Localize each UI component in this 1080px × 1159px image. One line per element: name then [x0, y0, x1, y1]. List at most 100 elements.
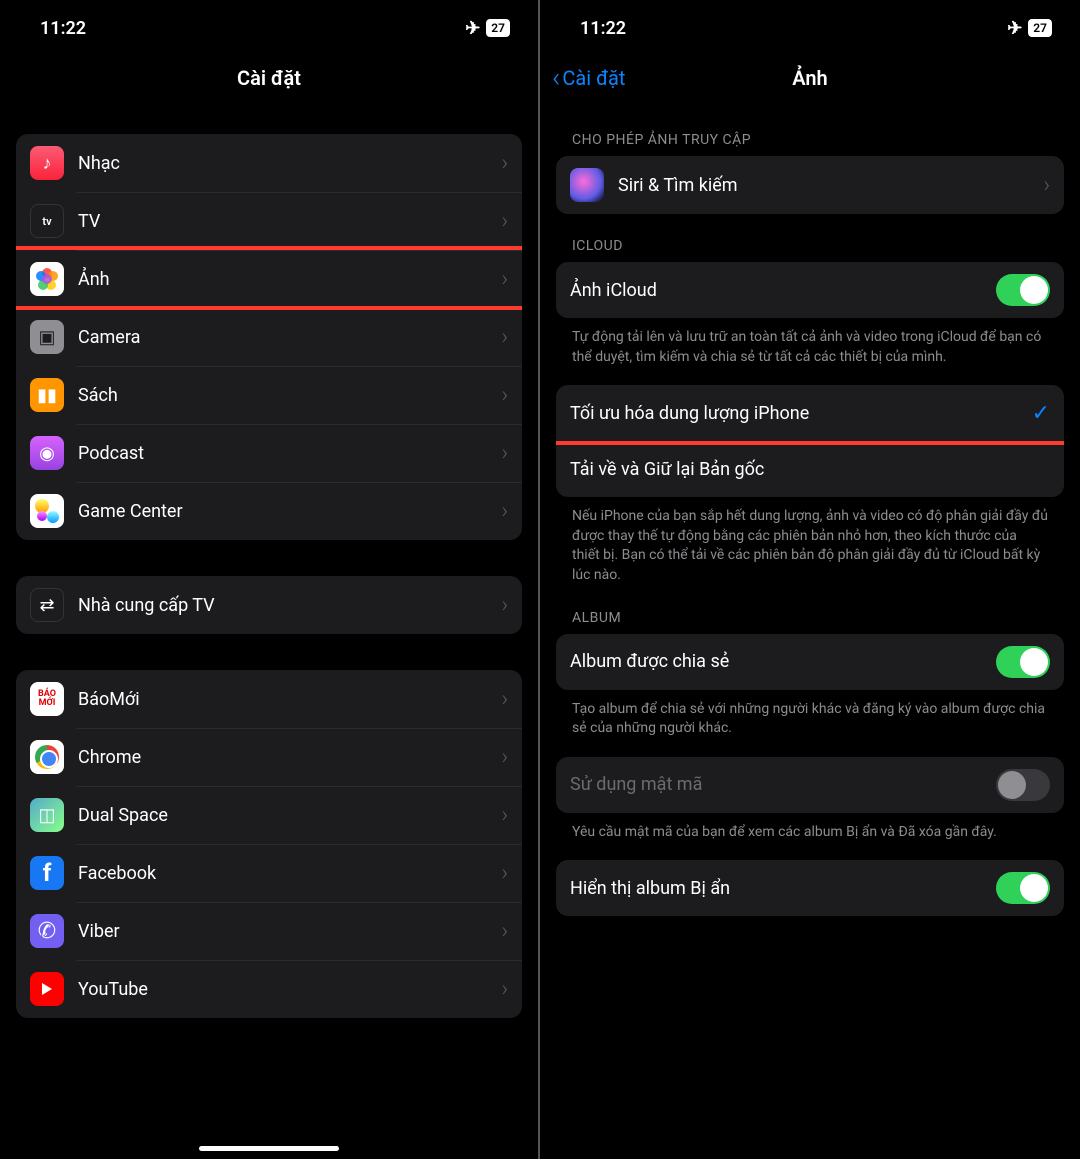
music-icon: ♪ — [30, 146, 64, 180]
row-music[interactable]: ♪ Nhạc › — [16, 134, 522, 192]
facebook-icon: f — [30, 856, 64, 890]
chevron-right-icon: › — [501, 593, 508, 618]
row-gamecenter[interactable]: Game Center › — [16, 482, 522, 540]
tv-icon: tv — [30, 204, 64, 238]
row-shared-album[interactable]: Album được chia sẻ — [556, 634, 1064, 690]
row-label: Ảnh iCloud — [570, 280, 996, 301]
back-label: Cài đặt — [562, 66, 625, 90]
chevron-right-icon: › — [1043, 173, 1050, 198]
siri-icon — [570, 168, 604, 202]
row-facebook[interactable]: f Facebook › — [16, 844, 522, 902]
chevron-right-icon: › — [501, 383, 508, 408]
row-baomoi[interactable]: BÁOMỚI BáoMới › — [16, 670, 522, 728]
toggle-hidden-album[interactable] — [996, 872, 1050, 904]
row-tv[interactable]: tv TV › — [16, 192, 522, 250]
row-label: Hiển thị album Bị ẩn — [570, 878, 996, 899]
footer-shared-album: Tạo album để chia sẻ với những người khá… — [556, 690, 1064, 739]
section-header-album: ALBUM — [556, 586, 1064, 634]
toggle-use-passcode[interactable] — [996, 769, 1050, 801]
chevron-right-icon: › — [501, 209, 508, 234]
row-label: BáoMới — [78, 689, 501, 710]
row-tvprovider[interactable]: ⇄ Nhà cung cấp TV › — [16, 576, 522, 634]
row-photos[interactable]: Ảnh › — [16, 250, 522, 308]
camera-icon: ▣ — [30, 320, 64, 354]
settings-group-thirdparty: BÁOMỚI BáoMới › Chrome › ◫ Dual Space › … — [16, 670, 522, 1018]
chrome-icon — [30, 740, 64, 774]
row-label: TV — [78, 211, 501, 232]
airplane-icon: ✈︎ — [465, 18, 480, 39]
settings-group-tvprovider: ⇄ Nhà cung cấp TV › — [16, 576, 522, 634]
row-use-passcode[interactable]: Sử dụng mật mã — [556, 757, 1064, 813]
airplane-icon: ✈︎ — [1007, 18, 1022, 39]
checkmark-icon: ✓ — [1032, 401, 1050, 426]
row-label: Viber — [78, 921, 501, 942]
baomoi-icon: BÁOMỚI — [30, 682, 64, 716]
row-label: Nhà cung cấp TV — [78, 595, 501, 616]
row-label: Dual Space — [78, 805, 501, 826]
row-viber[interactable]: ✆ Viber › — [16, 902, 522, 960]
battery-icon: 27 — [486, 19, 510, 37]
chevron-right-icon: › — [501, 499, 508, 524]
row-label: Sách — [78, 385, 501, 406]
group-hidden-album: Hiển thị album Bị ẩn — [556, 860, 1064, 916]
row-label: Game Center — [78, 501, 501, 522]
back-button[interactable]: ‹ Cài đặt — [552, 64, 625, 92]
row-label: Tối ưu hóa dung lượng iPhone — [570, 403, 1032, 424]
status-bar: 11:22 ✈︎ 27 — [540, 0, 1080, 48]
chevron-right-icon: › — [501, 745, 508, 770]
row-label: Camera — [78, 327, 501, 348]
toggle-icloud-photos[interactable] — [996, 274, 1050, 306]
group-passcode: Sử dụng mật mã — [556, 757, 1064, 813]
row-dualspace[interactable]: ◫ Dual Space › — [16, 786, 522, 844]
youtube-icon — [30, 972, 64, 1006]
page-title: Ảnh — [792, 66, 827, 90]
chevron-right-icon: › — [501, 687, 508, 712]
chevron-right-icon: › — [501, 861, 508, 886]
row-label: Nhạc — [78, 153, 501, 174]
row-label: Sử dụng mật mã — [570, 774, 996, 795]
row-label: YouTube — [78, 979, 501, 1000]
row-optimize-storage[interactable]: Tối ưu hóa dung lượng iPhone ✓ — [556, 385, 1064, 441]
page-title: Cài đặt — [237, 66, 301, 90]
home-indicator[interactable] — [199, 1146, 339, 1151]
row-camera[interactable]: ▣ Camera › — [16, 308, 522, 366]
row-label: Ảnh — [78, 269, 501, 290]
viber-icon: ✆ — [30, 914, 64, 948]
nav-bar: ‹ Cài đặt Ảnh — [540, 48, 1080, 108]
row-label: Facebook — [78, 863, 501, 884]
photos-settings-screen: 11:22 ✈︎ 27 ‹ Cài đặt Ảnh CHO PHÉP ẢNH T… — [540, 0, 1080, 1159]
section-header-icloud: ICLOUD — [556, 214, 1064, 262]
settings-screen: 11:22 ✈︎ 27 Cài đặt ♪ Nhạc › tv TV › — [0, 0, 540, 1159]
podcast-icon: ◉ — [30, 436, 64, 470]
chevron-right-icon: › — [501, 151, 508, 176]
dualspace-icon: ◫ — [30, 798, 64, 832]
books-icon: ▮▮ — [30, 378, 64, 412]
chevron-right-icon: › — [501, 977, 508, 1002]
tvprovider-icon: ⇄ — [30, 588, 64, 622]
group-icloud-photos: Ảnh iCloud — [556, 262, 1064, 318]
settings-group-apple-apps: ♪ Nhạc › tv TV › Ảnh › ▣ Camera › — [16, 134, 522, 540]
toggle-shared-album[interactable] — [996, 646, 1050, 678]
row-podcast[interactable]: ◉ Podcast › — [16, 424, 522, 482]
row-label: Siri & Tìm kiếm — [618, 175, 1043, 196]
footer-icloud-photos: Tự động tải lên và lưu trữ an toàn tất c… — [556, 318, 1064, 367]
chevron-right-icon: › — [501, 919, 508, 944]
row-hidden-album[interactable]: Hiển thị album Bị ẩn — [556, 860, 1064, 916]
row-youtube[interactable]: YouTube › — [16, 960, 522, 1018]
chevron-right-icon: › — [501, 441, 508, 466]
row-label: Chrome — [78, 747, 501, 768]
footer-passcode: Yêu cầu mật mã của bạn để xem các album … — [556, 813, 1064, 843]
photos-icon — [30, 262, 64, 296]
group-siri: Siri & Tìm kiếm › — [556, 156, 1064, 214]
status-bar: 11:22 ✈︎ 27 — [0, 0, 538, 48]
row-icloud-photos[interactable]: Ảnh iCloud — [556, 262, 1064, 318]
row-label: Podcast — [78, 443, 501, 464]
row-label: Album được chia sẻ — [570, 651, 996, 672]
row-siri-search[interactable]: Siri & Tìm kiếm › — [556, 156, 1064, 214]
row-books[interactable]: ▮▮ Sách › — [16, 366, 522, 424]
battery-icon: 27 — [1028, 19, 1052, 37]
nav-bar: Cài đặt — [0, 48, 538, 108]
group-shared-album: Album được chia sẻ — [556, 634, 1064, 690]
row-chrome[interactable]: Chrome › — [16, 728, 522, 786]
row-download-originals[interactable]: Tải về và Giữ lại Bản gốc — [556, 441, 1064, 497]
